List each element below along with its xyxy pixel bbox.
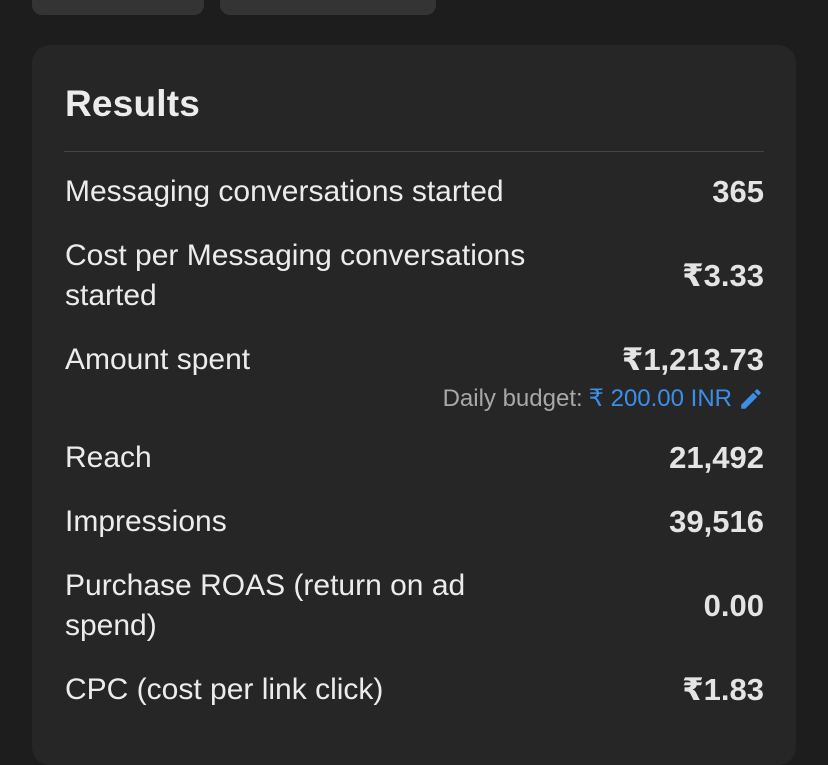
metric-label: Purchase ROAS (return on ad spend)	[65, 569, 466, 642]
pencil-icon[interactable]	[738, 386, 764, 412]
results-card: Results Messaging conversations started …	[32, 45, 796, 765]
daily-budget: Daily budget: ₹ 200.00 INR	[443, 384, 764, 414]
metric-label: Amount spent	[65, 343, 251, 376]
metric-label: CPC (cost per link click)	[65, 673, 384, 706]
metric-value: ₹1,213.73	[621, 342, 764, 377]
results-title: Results	[65, 83, 201, 124]
metric-value: ₹3.33	[682, 258, 764, 293]
metric-value: 21,492	[669, 440, 764, 475]
metric-value: ₹1.83	[682, 672, 764, 707]
metric-row-amount-spent: Amount spent ₹1,213.73 Daily budget: ₹ 2…	[65, 340, 764, 414]
metric-label: Messaging conversations started	[65, 175, 504, 208]
metric-row-purchase-roas: Purchase ROAS (return on ad spend) 0.00	[65, 566, 764, 646]
metric-label: Reach	[65, 441, 152, 474]
metric-value: 39,516	[669, 504, 764, 539]
metrics-list: Messaging conversations started 365 Cost…	[65, 172, 764, 734]
budget-value-link[interactable]: ₹ 200.00 INR	[589, 384, 732, 414]
amount-spent-stack: ₹1,213.73 Daily budget: ₹ 200.00 INR	[443, 340, 764, 414]
metric-row-impressions: Impressions 39,516	[65, 502, 764, 542]
metric-value: 365	[712, 174, 764, 209]
metric-label: Cost per Messaging conversations started	[65, 239, 526, 312]
metric-value: 0.00	[703, 588, 764, 623]
metric-row-messaging-conversations: Messaging conversations started 365	[65, 172, 764, 212]
metric-label: Impressions	[65, 505, 227, 538]
metric-row-cpc: CPC (cost per link click) ₹1.83	[65, 670, 764, 710]
divider	[64, 151, 764, 152]
top-chip[interactable]	[32, 0, 204, 15]
metric-row-reach: Reach 21,492	[65, 438, 764, 478]
budget-label: Daily budget:	[442, 385, 583, 412]
metric-row-cost-per-conversation: Cost per Messaging conversations started…	[65, 236, 764, 316]
top-chip[interactable]	[220, 0, 436, 15]
